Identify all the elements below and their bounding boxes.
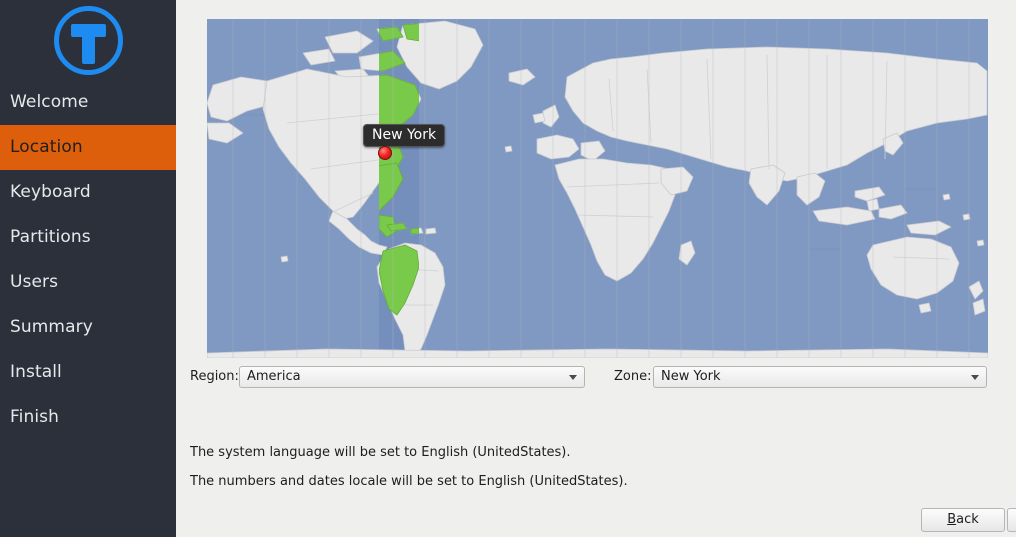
numbers-dates-locale-text: The numbers and dates locale will be set… xyxy=(190,474,628,489)
logo-t-stem xyxy=(81,23,95,64)
timezone-world-map[interactable]: New York xyxy=(207,19,988,358)
region-select-value: America xyxy=(247,369,301,384)
numbers-dates-locale-row: The numbers and dates locale will be set… xyxy=(190,470,1000,494)
sidebar-item-summary[interactable]: Summary xyxy=(0,305,176,350)
sidebar-item-label: Partitions xyxy=(10,227,91,247)
system-language-row: The system language will be set to Engli… xyxy=(190,441,1000,465)
back-button-label: ack xyxy=(956,512,979,527)
sidebar-item-finish[interactable]: Finish xyxy=(0,395,176,440)
brand-logo xyxy=(0,0,176,80)
world-map-svg xyxy=(207,19,988,358)
installer-window: Welcome Location Keyboard Partitions Use… xyxy=(0,0,1016,537)
region-label: Region: xyxy=(190,369,239,384)
sidebar-item-label: Summary xyxy=(10,317,93,337)
sidebar-item-install[interactable]: Install xyxy=(0,350,176,395)
zone-label: Zone: xyxy=(614,369,652,384)
sidebar-item-label: Welcome xyxy=(10,92,89,112)
back-button-mnemonic: B xyxy=(947,512,957,527)
sidebar-item-users[interactable]: Users xyxy=(0,260,176,305)
content-pane: New York Region: America Zone: New York … xyxy=(176,0,1016,537)
zone-select[interactable]: New York xyxy=(653,366,987,388)
sidebar-item-welcome[interactable]: Welcome xyxy=(0,80,176,125)
sidebar-item-partitions[interactable]: Partitions xyxy=(0,215,176,260)
sidebar-item-label: Location xyxy=(10,137,83,157)
system-language-text: The system language will be set to Engli… xyxy=(190,445,571,460)
next-button[interactable]: Next xyxy=(1007,508,1016,532)
sidebar: Welcome Location Keyboard Partitions Use… xyxy=(0,0,176,537)
chevron-down-icon xyxy=(569,375,577,380)
tuxedo-t-logo-icon xyxy=(53,5,123,75)
sidebar-item-label: Keyboard xyxy=(10,182,91,202)
sidebar-item-label: Finish xyxy=(10,407,59,427)
chevron-down-icon xyxy=(971,375,979,380)
sidebar-item-keyboard[interactable]: Keyboard xyxy=(0,170,176,215)
selected-city-tooltip: New York xyxy=(363,124,446,147)
map-pin-marker-icon[interactable] xyxy=(378,146,392,160)
sidebar-item-location[interactable]: Location xyxy=(0,125,176,170)
back-button[interactable]: Back xyxy=(921,508,1005,532)
sidebar-item-label: Install xyxy=(10,362,62,382)
region-select[interactable]: America xyxy=(239,366,585,388)
zone-select-value: New York xyxy=(661,369,721,384)
sidebar-item-label: Users xyxy=(10,272,59,292)
timezone-selector-row: Region: America Zone: New York xyxy=(176,366,1016,388)
